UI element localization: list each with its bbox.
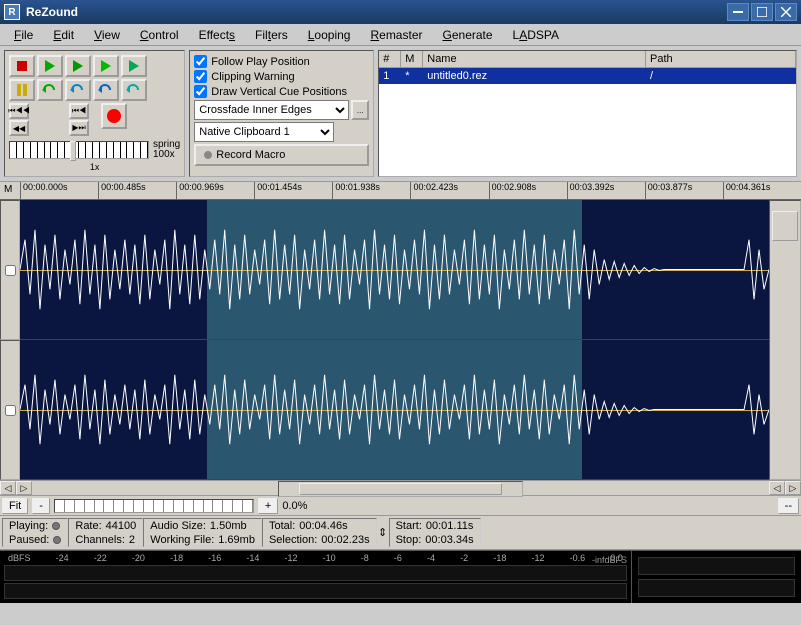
waveform-canvas[interactable]: [20, 200, 769, 480]
spring-slider[interactable]: [9, 141, 149, 159]
waveform-area: [0, 200, 801, 480]
rewind-button[interactable]: ◀◀: [9, 120, 29, 136]
draw-cue-checkbox[interactable]: Draw Vertical Cue Positions: [194, 85, 369, 98]
window-title: ReZound: [26, 5, 725, 19]
play-button[interactable]: [37, 55, 63, 77]
arrow-right-2[interactable]: ▷: [785, 481, 801, 495]
menu-filters[interactable]: Filters: [247, 26, 296, 44]
options-panel: Follow Play Position Clipping Warning Dr…: [189, 50, 374, 177]
channel-2-wave: [20, 340, 769, 480]
wave-vscroll[interactable]: [769, 200, 801, 480]
loop-button-1[interactable]: [37, 79, 63, 101]
record-macro-button[interactable]: Record Macro: [194, 144, 369, 166]
wave-hscroll[interactable]: [278, 481, 524, 497]
zoom-out-button[interactable]: -: [32, 498, 50, 514]
meter-readout: -infdBFS: [592, 555, 627, 565]
maximize-button[interactable]: [751, 3, 773, 21]
pause-button[interactable]: [9, 79, 35, 101]
channel-1-toggle[interactable]: [0, 200, 20, 340]
record-button[interactable]: [101, 103, 127, 129]
play-loop-button[interactable]: [93, 55, 119, 77]
play-sel-button[interactable]: [65, 55, 91, 77]
minimize-button[interactable]: [727, 3, 749, 21]
status-playing: Playing: Paused:: [2, 518, 68, 547]
ruler-m: M: [4, 184, 12, 195]
titlebar: R ReZound: [0, 0, 801, 24]
spring-sub: 1x: [9, 162, 180, 172]
menu-remaster[interactable]: Remaster: [362, 26, 430, 44]
channel-2-toggle[interactable]: [0, 340, 20, 480]
clipboard-select[interactable]: Native Clipboard 1: [194, 122, 334, 142]
menu-view[interactable]: View: [86, 26, 128, 44]
col-num[interactable]: #: [379, 51, 401, 67]
play-to-end-button[interactable]: [121, 55, 147, 77]
channel-1-wave: [20, 200, 769, 340]
clipping-warning-checkbox[interactable]: Clipping Warning: [194, 70, 369, 83]
arrow-right-1[interactable]: ▷: [16, 481, 32, 495]
fit-button[interactable]: Fit: [2, 498, 28, 514]
zoom-pct: 0.0%: [282, 500, 307, 512]
col-name[interactable]: Name: [423, 51, 646, 67]
status-total: Total: 00:04.46s Selection: 00:02.23s: [262, 518, 377, 547]
skip-prev-button[interactable]: ⏮◀◀: [9, 103, 29, 119]
arrow-left-2[interactable]: ◁: [769, 481, 785, 495]
stop-button[interactable]: [9, 55, 35, 77]
transport-panel: ⏮◀◀ ◀◀ ⏮◀ ▶⏭ spring 100x: [4, 50, 185, 177]
aux-box-1: [638, 557, 795, 575]
file-list-header: # M Name Path: [379, 51, 796, 68]
close-button[interactable]: [775, 3, 797, 21]
arrow-left-1[interactable]: ◁: [0, 481, 16, 495]
zoom-extra-button[interactable]: --: [778, 498, 799, 514]
meter-aux: [631, 551, 801, 603]
status-bar: Playing: Paused: Rate: 44100 Channels: 2…: [0, 516, 801, 550]
crossfade-select[interactable]: Crossfade Inner Edges: [194, 100, 349, 120]
status-rate: Rate: 44100 Channels: 2: [68, 518, 143, 547]
col-m[interactable]: M: [401, 51, 423, 67]
level-meter: dBFS-24-22-20-18-16-14-12-10-8-6-4-2-18-…: [0, 551, 631, 603]
menu-generate[interactable]: Generate: [435, 26, 501, 44]
col-path[interactable]: Path: [646, 51, 796, 67]
follow-play-checkbox[interactable]: Follow Play Position: [194, 55, 369, 68]
loop-button-3[interactable]: [93, 79, 119, 101]
loop-button-2[interactable]: [65, 79, 91, 101]
loop-button-4[interactable]: [121, 79, 147, 101]
meter-area: dBFS-24-22-20-18-16-14-12-10-8-6-4-2-18-…: [0, 550, 801, 603]
zoom-bar: Fit - + 0.0% --: [0, 496, 801, 516]
meter-bar-l: [4, 565, 627, 581]
status-size: Audio Size: 1.50mb Working File: 1.69mb: [143, 518, 262, 547]
status-divider[interactable]: ⇕: [377, 518, 389, 547]
menu-file[interactable]: File: [6, 26, 41, 44]
channel-mute-column: [0, 200, 20, 480]
skip-back-cue[interactable]: ⏮◀: [69, 103, 89, 119]
app-icon: R: [4, 4, 20, 20]
status-start: Start: 00:01.11s Stop: 00:03.34s: [389, 518, 481, 547]
skip-fwd-cue[interactable]: ▶⏭: [69, 120, 89, 136]
menubar: File Edit View Control Effects Filters L…: [0, 24, 801, 46]
file-list: # M Name Path 1 * untitled0.rez /: [378, 50, 797, 177]
zoom-slider[interactable]: [54, 499, 254, 513]
aux-box-2: [638, 579, 795, 597]
arrow-bar: ◁ ▷ ◁ ▷: [0, 480, 801, 496]
top-panel: ⏮◀◀ ◀◀ ⏮◀ ▶⏭ spring 100x: [0, 46, 801, 182]
zoom-in-button[interactable]: +: [258, 498, 278, 514]
crossfade-more-button[interactable]: ...: [351, 100, 369, 120]
meter-bar-r: [4, 583, 627, 599]
menu-effects[interactable]: Effects: [191, 26, 243, 44]
menu-looping[interactable]: Looping: [300, 26, 359, 44]
timeline-ruler[interactable]: M 00:00.000s 00:00.485s 00:00.969s 00:01…: [0, 182, 801, 200]
spring-label: spring 100x: [153, 140, 180, 160]
menu-edit[interactable]: Edit: [45, 26, 82, 44]
menu-ladspa[interactable]: LADSPA: [505, 26, 568, 44]
meter-scale: dBFS-24-22-20-18-16-14-12-10-8-6-4-2-18-…: [4, 553, 627, 563]
wave-vscroll-column: [769, 200, 801, 480]
file-row[interactable]: 1 * untitled0.rez /: [379, 68, 796, 84]
menu-control[interactable]: Control: [132, 26, 187, 44]
